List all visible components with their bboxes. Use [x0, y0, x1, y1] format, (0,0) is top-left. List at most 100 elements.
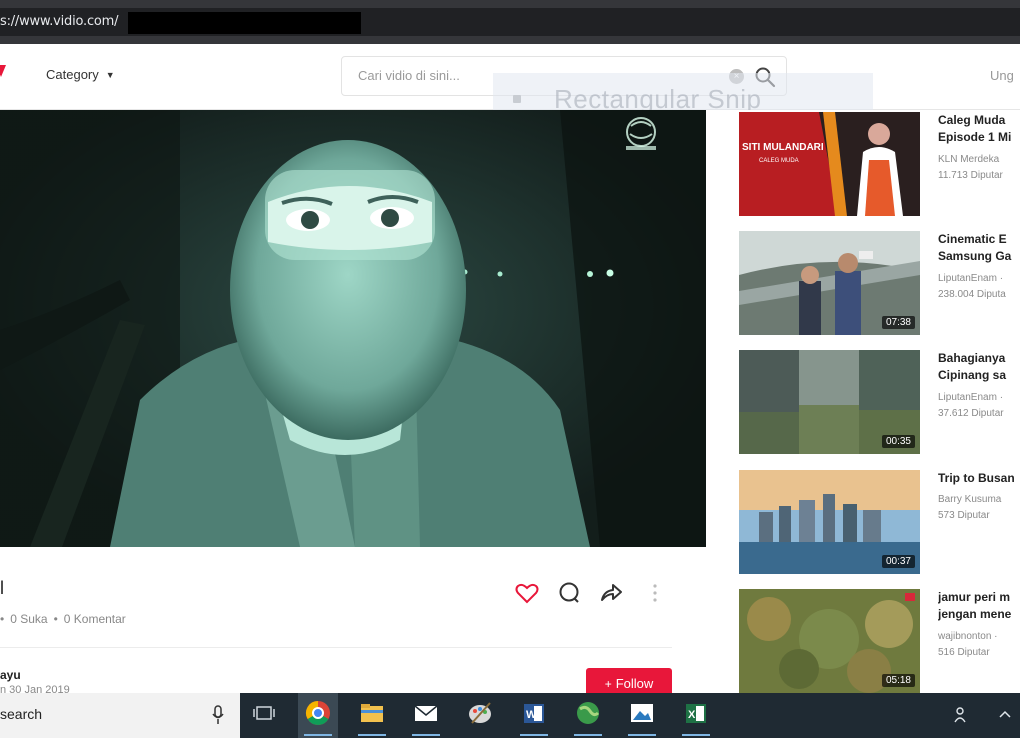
like-heart-icon[interactable]	[514, 580, 540, 606]
video-thumbnail[interactable]: 00:35	[739, 350, 920, 454]
recommendation-item[interactable]: 00:37 Trip to Busan Barry Kusuma 573 Dip…	[739, 470, 1020, 574]
recommendation-title[interactable]: Cinematic E Samsung Ga	[938, 231, 1020, 265]
recommendation-channel[interactable]: LiputanEnam ·	[938, 392, 1003, 403]
duration-badge: 05:18	[881, 674, 915, 687]
recommendation-channel[interactable]: KLN Merdeka	[938, 154, 999, 165]
redacted-url-part	[128, 12, 361, 34]
more-options-icon[interactable]	[642, 580, 668, 606]
thumbnail-subcaption: CALEG MUDA	[759, 158, 799, 164]
snip-icon	[513, 95, 521, 103]
add-user-icon: +	[604, 676, 612, 691]
stat-bullet: •	[0, 612, 5, 626]
category-label: Category	[46, 67, 99, 82]
svg-text:X: X	[688, 709, 696, 721]
open-indicator	[358, 734, 386, 736]
video-frame	[0, 110, 706, 547]
follow-label: Follow	[615, 675, 654, 691]
recommendation-views: 573 Diputar	[938, 510, 990, 521]
recommendation-title[interactable]: Caleg Muda Episode 1 Mi	[938, 112, 1020, 146]
title-line: Trip to Busan	[938, 471, 1015, 485]
channel-name[interactable]: ayu	[0, 668, 21, 682]
open-indicator	[682, 734, 710, 736]
title-line: jengan mene	[938, 607, 1012, 621]
photos-glyph	[631, 704, 653, 722]
divider	[0, 647, 672, 648]
title-line: jamur peri m	[938, 590, 1011, 604]
photos-icon[interactable]	[622, 693, 662, 738]
title-line: Episode 1 Mi	[938, 130, 1012, 144]
recommendation-item[interactable]: 07:38 Cinematic E Samsung Ga LiputanEnam …	[739, 231, 1020, 335]
video-thumbnail[interactable]: 00:37	[739, 470, 920, 574]
likes-count: 0 Suka	[10, 612, 48, 626]
recommendation-item[interactable]: 05:18 jamur peri m jengan mene wajibnonto…	[739, 589, 1020, 693]
thumbnail-image	[739, 112, 920, 216]
chrome-icon[interactable]	[298, 693, 338, 738]
comments-count: 0 Komentar	[63, 612, 126, 626]
taskbar-search-text[interactable]: search	[0, 706, 42, 722]
mail-icon[interactable]	[406, 693, 446, 738]
mail-glyph	[414, 705, 438, 721]
recommendation-item[interactable]: SITI MULANDARI CALEG MUDA Caleg Muda Epis…	[739, 112, 1020, 216]
open-indicator	[520, 734, 548, 736]
taskbar-search-box[interactable]: search	[0, 693, 240, 738]
recommendation-channel[interactable]: LiputanEnam ·	[938, 273, 1003, 284]
video-player[interactable]	[0, 110, 706, 547]
recommendation-list: SITI MULANDARI CALEG MUDA Caleg Muda Epis…	[706, 110, 1020, 693]
recommendation-title[interactable]: jamur peri m jengan mene	[938, 589, 1020, 623]
recommendation-views: 37.612 Diputar	[938, 408, 1004, 419]
word-glyph: W	[524, 704, 544, 723]
chevron-up-icon[interactable]	[998, 709, 1012, 719]
category-dropdown[interactable]: Category ▼	[46, 67, 115, 82]
title-line: Bahagianya	[938, 351, 1006, 365]
comment-icon[interactable]	[556, 580, 582, 606]
video-thumbnail[interactable]: SITI MULANDARI CALEG MUDA	[739, 112, 920, 216]
word-icon[interactable]: W	[514, 693, 554, 738]
caret-down-icon: ▼	[105, 70, 115, 80]
screen: s://www.vidio.com/ Category▼ × Ung Recta…	[0, 0, 1020, 738]
paint-icon[interactable]	[460, 693, 500, 738]
excel-glyph: X	[686, 704, 706, 723]
video-thumbnail[interactable]: 05:18	[739, 589, 920, 693]
folder-glyph	[361, 704, 383, 722]
recommendation-views: 516 Diputar	[938, 647, 990, 658]
task-view-icon[interactable]	[244, 693, 284, 738]
maps-icon[interactable]	[568, 693, 608, 738]
video-title: l	[0, 578, 4, 598]
svg-text:W: W	[526, 709, 537, 721]
paint-glyph	[469, 702, 491, 724]
chrome-glyph	[305, 701, 330, 726]
recommendation-title[interactable]: Bahagianya Cipinang sa	[938, 350, 1020, 384]
open-indicator	[574, 734, 602, 736]
microphone-icon[interactable]	[211, 705, 225, 725]
title-line: Cipinang sa	[938, 368, 1007, 382]
video-stats: • 0 Suka • 0 Komentar	[0, 612, 126, 626]
globe-glyph	[577, 702, 600, 724]
recommendation-item[interactable]: 00:35 Bahagianya Cipinang sa LiputanEnam …	[739, 350, 1020, 454]
people-icon[interactable]	[952, 705, 972, 725]
recommendation-channel[interactable]: Barry Kusuma	[938, 494, 1001, 505]
recommendation-views: 11.713 Diputar	[938, 170, 1003, 181]
duration-badge: 00:35	[881, 435, 915, 448]
recommendation-title[interactable]: Trip to Busan	[938, 470, 1020, 487]
active-indicator	[304, 734, 332, 736]
browser-toolbar: s://www.vidio.com/	[0, 0, 1020, 44]
recommendation-channel[interactable]: wajibnonton ·	[938, 631, 997, 642]
taskbar: search W X	[0, 693, 1020, 738]
title-line: Samsung Ga	[938, 249, 1012, 263]
duration-badge: 00:37	[881, 555, 915, 568]
title-line: Cinematic E	[938, 232, 1007, 246]
stat-bullet: •	[53, 612, 58, 626]
duration-badge: 07:38	[881, 316, 915, 329]
login-link[interactable]: Ung	[990, 68, 1014, 83]
share-icon[interactable]	[598, 580, 624, 606]
thumbnail-caption: SITI MULANDARI	[742, 142, 824, 153]
video-thumbnail[interactable]: 07:38	[739, 231, 920, 335]
url-text[interactable]: s://www.vidio.com/	[0, 14, 119, 29]
task-view-glyph	[253, 706, 275, 720]
recommendation-views: 238.004 Diputa	[938, 289, 1006, 300]
vidio-logo-icon[interactable]	[0, 64, 8, 78]
open-indicator	[412, 734, 440, 736]
open-indicator	[628, 734, 656, 736]
file-explorer-icon[interactable]	[352, 693, 392, 738]
excel-icon[interactable]: X	[676, 693, 716, 738]
